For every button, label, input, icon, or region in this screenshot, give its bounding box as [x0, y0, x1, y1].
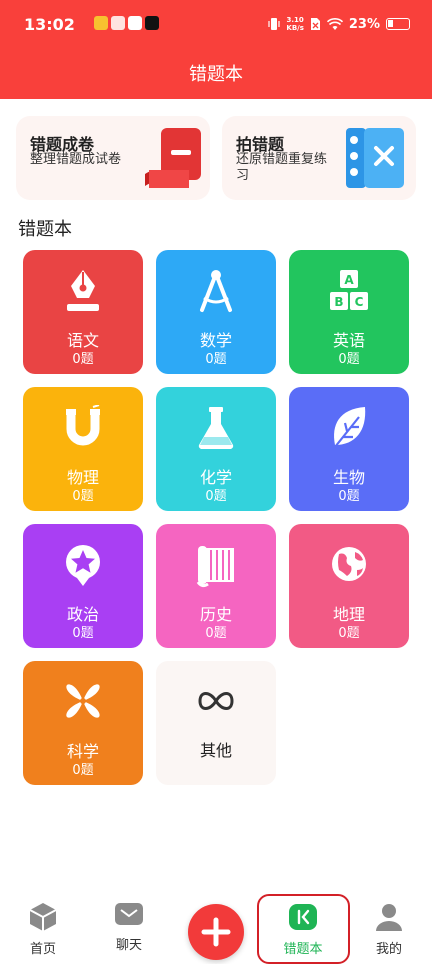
magnet-icon: [66, 405, 100, 446]
scroll-icon: [196, 546, 234, 588]
section-title: 错题本: [18, 219, 72, 240]
status-bar: 13:02 3.10 KB/s 23%: [0, 0, 432, 48]
network-speed: 3.10 KB/s: [286, 16, 303, 32]
card-subtitle: 还原错题重复练 习: [236, 152, 327, 184]
subject-tile-math[interactable]: 数学 0题: [156, 250, 276, 374]
app-header: 13:02 3.10 KB/s 23% 错题本: [0, 0, 432, 99]
tab-label: 首页: [29, 942, 56, 957]
status-right: 3.10 KB/s 23%: [268, 16, 410, 32]
subject-tile-chinese[interactable]: 语文 0题: [23, 250, 143, 374]
subject-count: 0题: [72, 489, 94, 504]
chat-icon: [115, 903, 143, 925]
paper-scroll-icon: [145, 128, 201, 188]
notification-app-icon: [94, 16, 108, 30]
svg-text:B: B: [334, 295, 343, 309]
notification-app-icon: [128, 16, 142, 30]
subject-tile-science[interactable]: 科学 0题: [23, 661, 143, 785]
add-button[interactable]: [188, 904, 244, 960]
photo-mistake-card[interactable]: 拍错题 还原错题重复练 习: [222, 116, 416, 200]
no-sim-icon: [310, 18, 320, 30]
profile-icon: [376, 904, 402, 931]
compass-icon: [200, 270, 232, 312]
tab-label: 聊天: [115, 938, 142, 953]
card-subtitle-line: 还原错题重复练: [236, 152, 328, 167]
vibrate-icon: [268, 18, 280, 30]
compose-paper-card[interactable]: 错题成卷 整理错题成试卷: [16, 116, 210, 200]
leaf-icon: [334, 407, 366, 448]
infinity-icon: [198, 692, 234, 710]
card-subtitle-line: 习: [236, 168, 250, 183]
tab-chat[interactable]: 聊天: [94, 898, 164, 953]
abc-blocks-icon: A B C: [330, 270, 368, 310]
card-subtitle: 整理错题成试卷: [30, 152, 122, 167]
tab-profile[interactable]: 我的: [354, 902, 424, 957]
subject-tile-politics[interactable]: 政治 0题: [23, 524, 143, 648]
page-title: 错题本: [189, 64, 243, 85]
flask-icon: [198, 407, 234, 450]
subject-count: 0题: [338, 352, 360, 367]
battery-percent: 23%: [348, 16, 380, 32]
active-tab-highlight: [257, 894, 350, 964]
subject-count: 0题: [72, 626, 94, 641]
star-badge-icon: [66, 545, 100, 586]
subject-name: 其他: [199, 741, 232, 760]
subject-tile-biology[interactable]: 生物 0题: [289, 387, 409, 511]
subject-count: 0题: [338, 489, 360, 504]
subject-count: 0题: [72, 352, 94, 367]
plus-icon: [201, 917, 231, 947]
binder-x-icon: [346, 128, 404, 188]
svg-text:A: A: [344, 273, 354, 287]
pen-nib-icon: [67, 270, 99, 311]
subject-count: 0题: [205, 352, 227, 367]
wifi-icon: [326, 17, 343, 30]
subject-count: 0题: [205, 626, 227, 641]
subject-count: 0题: [72, 763, 94, 778]
subject-tile-history[interactable]: 历史 0题: [156, 524, 276, 648]
status-time: 13:02: [24, 15, 75, 34]
battery-icon: [386, 18, 410, 30]
tab-home[interactable]: 首页: [8, 902, 78, 957]
subject-tile-chemistry[interactable]: 化学 0题: [156, 387, 276, 511]
globe-icon: [332, 547, 366, 581]
network-speed-unit: KB/s: [286, 24, 304, 32]
subject-count: 0题: [205, 489, 227, 504]
notification-app-icon: [111, 16, 125, 30]
network-speed-value: 3.10: [286, 16, 304, 24]
subject-count: 0题: [338, 626, 360, 641]
tab-label: 我的: [375, 942, 402, 957]
subject-tile-other[interactable]: 其他: [156, 661, 276, 785]
home-cube-icon: [29, 903, 57, 931]
subject-tile-geography[interactable]: 地理 0题: [289, 524, 409, 648]
notification-tiktok-icon: [145, 16, 159, 30]
notification-icons: [94, 16, 159, 30]
subject-tile-physics[interactable]: 物理 0题: [23, 387, 143, 511]
svg-text:C: C: [355, 295, 364, 309]
subject-tile-english[interactable]: A B C 英语 0题: [289, 250, 409, 374]
atom-star-icon: [66, 684, 100, 718]
